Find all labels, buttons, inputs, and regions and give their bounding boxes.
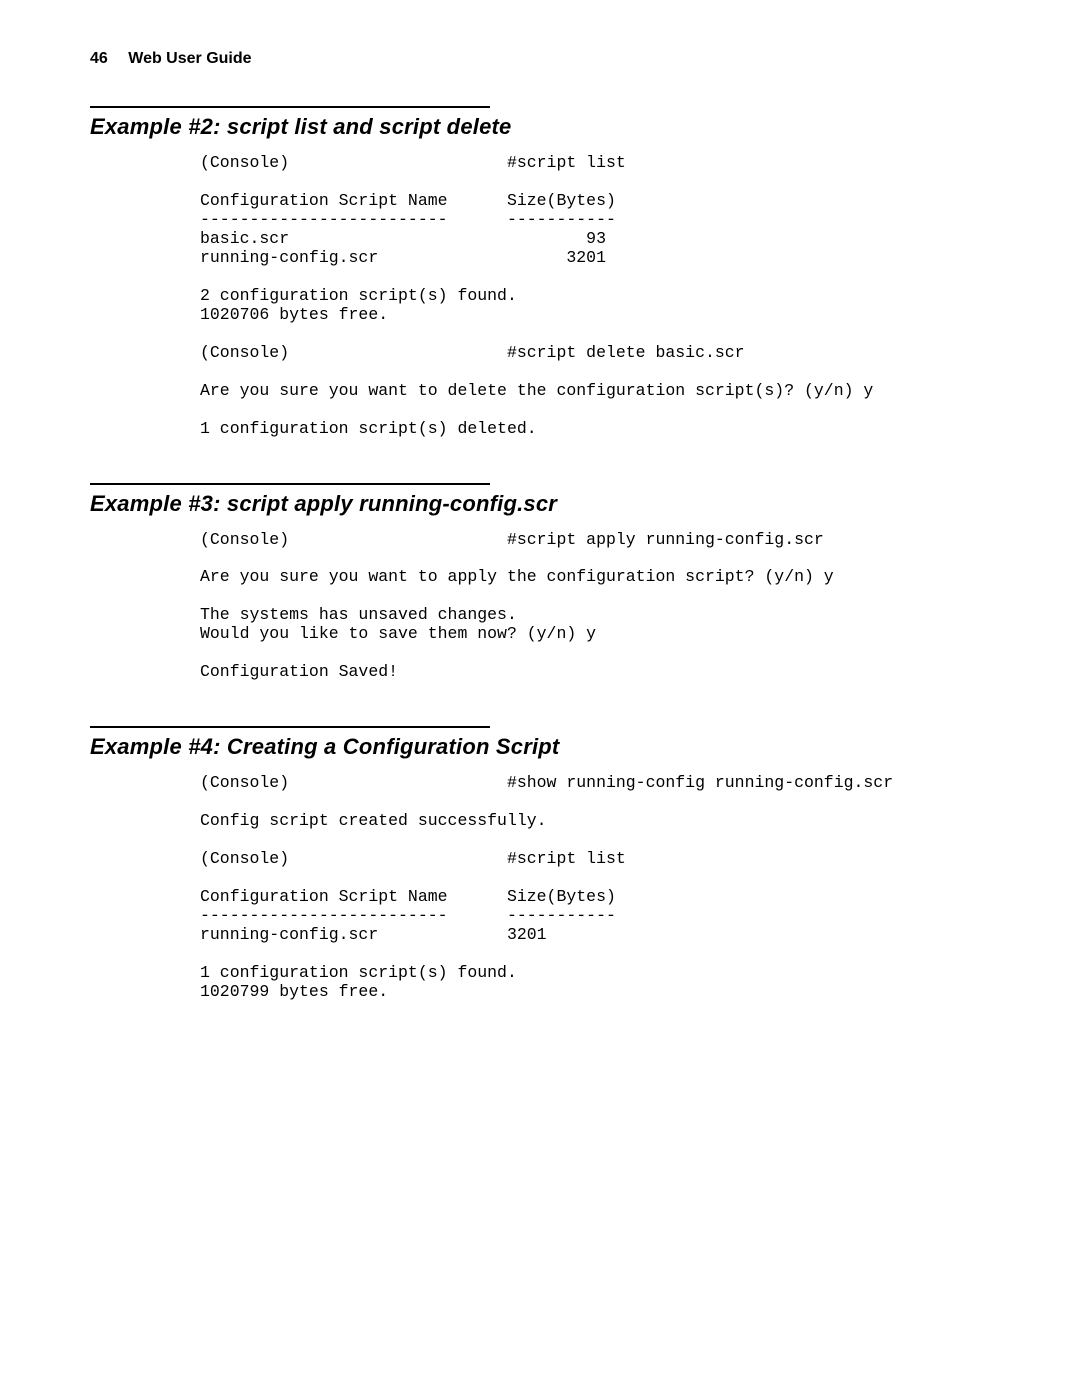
section-heading: Example #3: script apply running-config.…	[90, 491, 990, 517]
section-heading: Example #2: script list and script delet…	[90, 114, 990, 140]
section-rule	[90, 483, 490, 485]
code-block: (Console) #script apply running-config.s…	[200, 531, 990, 683]
document-title: Web User Guide	[128, 50, 251, 67]
code-block: (Console) #script list Configuration Scr…	[200, 154, 990, 439]
document-page: 46 Web User Guide Example #2: script lis…	[0, 0, 1080, 1397]
page-number: 46	[90, 50, 108, 68]
code-block: (Console) #show running-config running-c…	[200, 774, 990, 1002]
section-example-3: Example #3: script apply running-config.…	[90, 483, 990, 683]
section-example-4: Example #4: Creating a Configuration Scr…	[90, 726, 990, 1002]
section-heading: Example #4: Creating a Configuration Scr…	[90, 734, 990, 760]
section-example-2: Example #2: script list and script delet…	[90, 106, 990, 439]
section-rule	[90, 106, 490, 108]
page-header: 46 Web User Guide	[90, 50, 990, 68]
section-rule	[90, 726, 490, 728]
